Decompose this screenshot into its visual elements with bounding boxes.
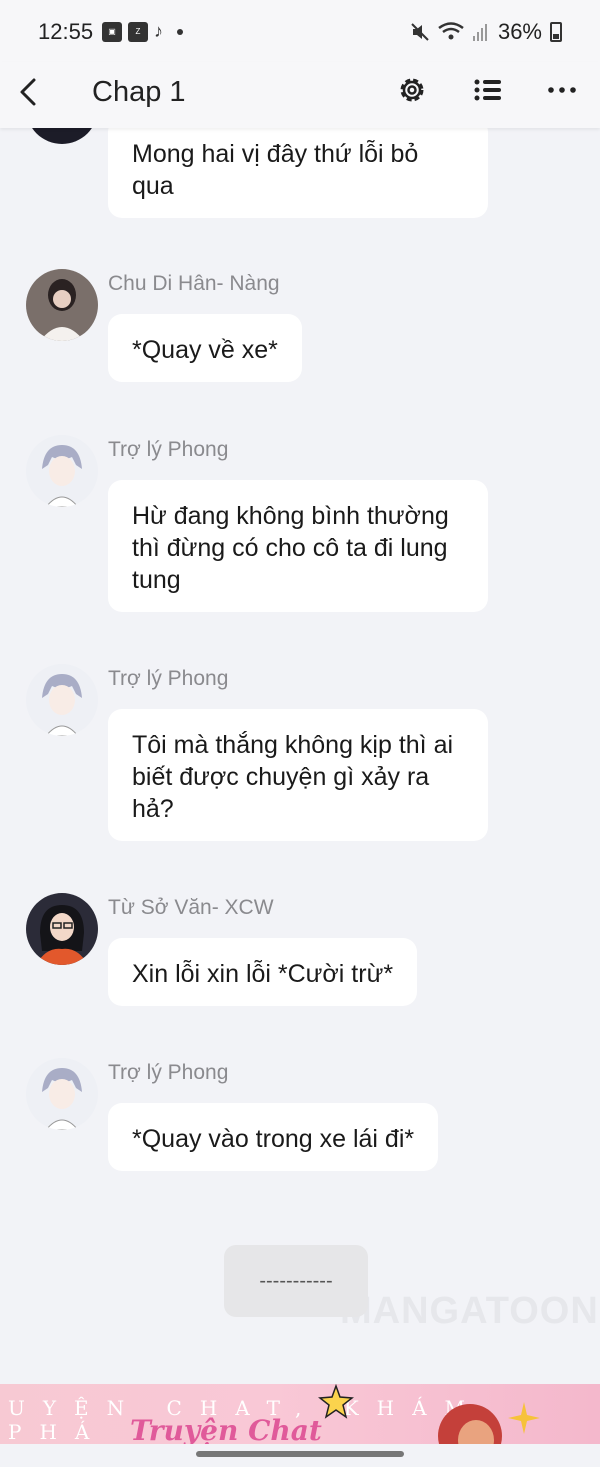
- status-time: 12:55: [38, 19, 94, 44]
- character-illustration: [438, 1404, 502, 1444]
- star-icon: [318, 1384, 354, 1419]
- settings-button[interactable]: [394, 72, 430, 108]
- tiktok-icon: ♪: [154, 21, 163, 41]
- sparkle-icon: [508, 1402, 540, 1434]
- wifi-icon: [438, 22, 464, 40]
- more-notifications-icon: [177, 28, 183, 35]
- message-bubble: *Quay vào trong xe lái đi*: [108, 1103, 439, 1171]
- chapter-list-button[interactable]: [470, 72, 506, 108]
- avatar[interactable]: [26, 269, 98, 341]
- more-options-button[interactable]: [544, 72, 580, 108]
- banner-title: Truyện Chat: [130, 1414, 322, 1444]
- status-bar: 12:55 ▣ Z ♪ 36%: [0, 0, 600, 62]
- sender-name: Trợ lý Phong: [108, 1061, 229, 1084]
- battery-icon: [550, 22, 562, 42]
- watermark: MANGATOON: [340, 1290, 599, 1332]
- sender-name: Trợ lý Phong: [108, 667, 229, 690]
- battery-percent: 36%: [497, 19, 542, 44]
- chat-area[interactable]: Mong hai vị đây thứ lỗi bỏ qua Chu Di Hâ…: [0, 0, 600, 1380]
- promo-banner[interactable]: UYỆN CHAT, KHÁM PHÁ Truyện Chat: [0, 1384, 600, 1444]
- avatar[interactable]: [26, 435, 98, 507]
- notification-icons: ▣ Z ♪: [102, 21, 183, 42]
- gallery-icon: ▣: [102, 21, 122, 42]
- message-bubble: Tôi mà thắng không kịp thì ai biết được …: [108, 709, 488, 841]
- page-title: Chap 1: [92, 76, 186, 108]
- message-bubble: Xin lỗi xin lỗi *Cười trừ*: [108, 938, 418, 1006]
- message-bubble: *Quay về xe*: [108, 314, 302, 382]
- system-navigation-bar: [0, 1444, 600, 1467]
- avatar[interactable]: [26, 664, 98, 736]
- back-button[interactable]: [14, 74, 44, 110]
- message-text: *Quay về xe*: [132, 336, 278, 364]
- chapter-end-divider: -----------: [224, 1245, 368, 1317]
- top-app-bar: Chap 1: [0, 62, 600, 128]
- list-icon: [474, 79, 501, 101]
- sender-name: Chu Di Hân- Nàng: [108, 272, 280, 295]
- home-gesture-handle[interactable]: [196, 1451, 404, 1457]
- zalo-icon: Z: [128, 21, 148, 42]
- signal-icon: [472, 24, 487, 41]
- more-horizontal-icon: [548, 87, 576, 93]
- message-bubble: Hừ đang không bình thường thì đừng có ch…: [108, 480, 488, 612]
- sender-name: Trợ lý Phong: [108, 438, 229, 461]
- sender-name: Từ Sở Văn- XCW: [108, 896, 274, 919]
- avatar[interactable]: [26, 1058, 98, 1130]
- chevron-left-icon: [20, 78, 36, 106]
- mute-icon: [411, 23, 429, 41]
- gear-icon: [400, 78, 424, 102]
- message-text: Xin lỗi xin lỗi *Cười trừ*: [132, 960, 394, 988]
- message-bubble: Mong hai vị đây thứ lỗi bỏ qua: [108, 118, 488, 218]
- message-text: Tôi mà thắng không kịp thì ai biết được …: [132, 731, 454, 823]
- avatar[interactable]: [26, 893, 98, 965]
- status-right: 36%: [410, 19, 562, 45]
- message-text: Hừ đang không bình thường thì đừng có ch…: [132, 502, 449, 594]
- message-text: *Quay vào trong xe lái đi*: [132, 1125, 415, 1153]
- message-text: Mong hai vị đây thứ lỗi bỏ qua: [132, 140, 419, 200]
